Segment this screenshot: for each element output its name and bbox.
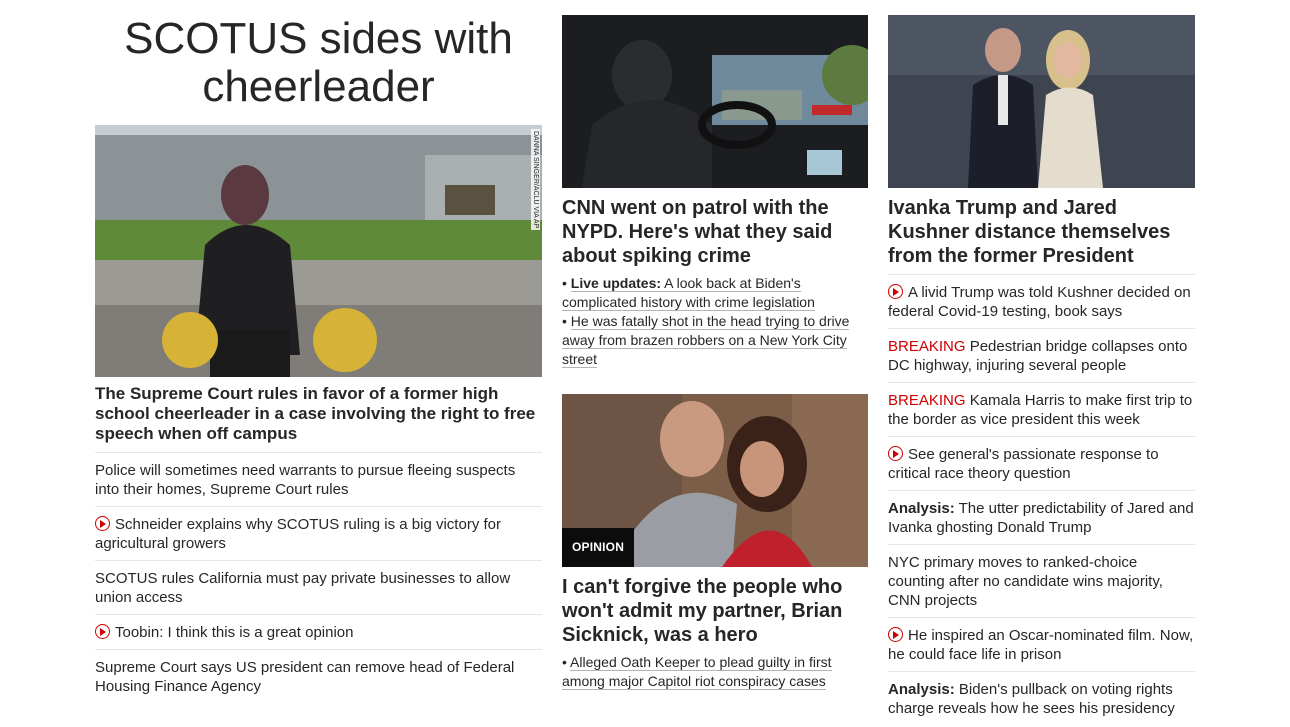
list-item[interactable]: See general's passionate response to cri… <box>888 437 1195 491</box>
breaking-label: BREAKING <box>888 338 966 355</box>
play-icon <box>888 446 903 461</box>
play-icon <box>95 624 110 639</box>
list-item[interactable]: • Alleged Oath Keeper to plead guilty in… <box>562 653 868 691</box>
list-item[interactable]: NYC primary moves to ranked-choice count… <box>888 545 1195 618</box>
list-item[interactable]: Analysis: The utter predictability of Ja… <box>888 491 1195 545</box>
nypd-related-list: • Live updates: A look back at Biden's c… <box>562 274 868 369</box>
list-item[interactable]: SCOTUS rules California must pay private… <box>95 561 542 615</box>
lead-story-headline[interactable]: The Supreme Court rules in favor of a fo… <box>95 384 542 453</box>
nypd-story-headline[interactable]: CNN went on patrol with the NYPD. Here's… <box>562 196 868 268</box>
list-item[interactable]: BREAKING Pedestrian bridge collapses ont… <box>888 329 1195 383</box>
list-item[interactable]: A livid Trump was told Kushner decided o… <box>888 275 1195 329</box>
list-item[interactable]: • He was fatally shot in the head trying… <box>562 312 868 369</box>
play-icon <box>888 627 903 642</box>
right-column: Ivanka Trump and Jared Kushner distance … <box>888 0 1195 725</box>
lead-column: SCOTUS sides with cheerleader DANNA SING… <box>95 0 542 703</box>
ivanka-jared-photo[interactable] <box>888 15 1195 188</box>
right-related-list: A livid Trump was told Kushner decided o… <box>888 274 1195 725</box>
cheerleader-photo[interactable]: DANNA SINGER/ACLU VIA AP <box>95 125 542 377</box>
banner-headline[interactable]: SCOTUS sides with cheerleader <box>95 0 542 111</box>
analysis-label: Analysis: <box>888 681 955 698</box>
sicknick-story-headline[interactable]: I can't forgive the people who won't adm… <box>562 575 868 647</box>
photo-credit: DANNA SINGER/ACLU VIA AP <box>531 129 540 231</box>
breaking-label: BREAKING <box>888 392 966 409</box>
sicknick-photo[interactable]: OPINION <box>562 394 868 567</box>
ivanka-story-headline[interactable]: Ivanka Trump and Jared Kushner distance … <box>888 196 1195 268</box>
lead-related-list: Police will sometimes need warrants to p… <box>95 453 542 703</box>
play-icon <box>95 516 110 531</box>
analysis-label: Analysis: <box>888 500 955 517</box>
list-item[interactable]: He inspired an Oscar-nominated film. Now… <box>888 618 1195 672</box>
play-icon <box>888 284 903 299</box>
list-item[interactable]: Analysis: Biden's pullback on voting rig… <box>888 672 1195 725</box>
nypd-patrol-image <box>562 15 868 188</box>
opinion-tag: OPINION <box>562 528 635 567</box>
middle-column: CNN went on patrol with the NYPD. Here's… <box>562 0 868 691</box>
list-item[interactable]: • Live updates: A look back at Biden's c… <box>562 274 868 312</box>
list-item[interactable]: Schneider explains why SCOTUS ruling is … <box>95 507 542 561</box>
list-item[interactable]: BREAKING Kamala Harris to make first tri… <box>888 383 1195 437</box>
list-item[interactable]: Toobin: I think this is a great opinion <box>95 615 542 650</box>
ivanka-jared-image <box>888 15 1195 188</box>
sicknick-related-list: • Alleged Oath Keeper to plead guilty in… <box>562 653 868 691</box>
list-item[interactable]: Police will sometimes need warrants to p… <box>95 453 542 507</box>
cheerleader-image <box>95 125 542 377</box>
list-item[interactable]: Supreme Court says US president can remo… <box>95 650 542 703</box>
nypd-patrol-photo[interactable] <box>562 15 868 188</box>
